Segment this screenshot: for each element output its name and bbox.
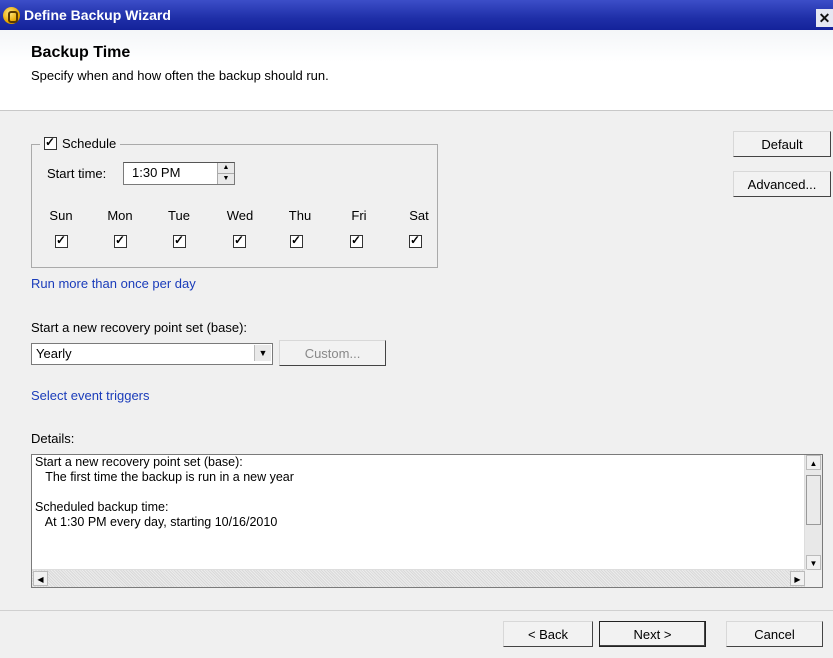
scroll-left-icon[interactable]: ◀ (33, 571, 48, 586)
close-icon[interactable]: ✕ (816, 9, 833, 27)
day-label-fri: Fri (351, 208, 367, 223)
run-more-link[interactable]: Run more than once per day (31, 276, 196, 291)
details-textbox[interactable]: Start a new recovery point set (base): T… (31, 454, 823, 588)
recovery-select[interactable]: Yearly ▼ (31, 343, 273, 365)
recovery-select-value[interactable]: Yearly (36, 346, 72, 361)
day-checkbox-thu[interactable] (290, 233, 303, 248)
day-label-tue: Tue (168, 208, 190, 223)
window-title: Define Backup Wizard (24, 7, 171, 23)
schedule-checkbox[interactable]: Schedule (40, 135, 121, 151)
day-checkbox-mon[interactable] (114, 233, 127, 248)
day-checkbox-tue[interactable] (173, 233, 186, 248)
back-button[interactable]: < Back (503, 621, 593, 647)
day-checkbox-wed[interactable] (233, 233, 246, 248)
day-label-sat: Sat (409, 208, 429, 223)
app-lock-icon (3, 7, 20, 24)
default-button[interactable]: Default (733, 131, 831, 157)
advanced-button[interactable]: Advanced... (733, 171, 831, 197)
footer-divider (0, 610, 833, 611)
day-label-mon: Mon (107, 208, 133, 223)
start-time-label: Start time: (47, 166, 107, 181)
wizard-header: Backup Time Specify when and how often t… (0, 30, 833, 111)
page-title: Backup Time (31, 44, 131, 61)
details-label: Details: (31, 431, 75, 446)
dropdown-arrow-icon[interactable]: ▼ (254, 345, 271, 361)
spinner-buttons[interactable]: ▲ ▼ (217, 163, 234, 184)
page-subtitle: Specify when and how often the backup sh… (31, 68, 329, 83)
custom-button[interactable]: Custom... (279, 340, 386, 366)
vertical-scrollbar[interactable]: ▲ ▼ (804, 455, 822, 571)
day-label-sun: Sun (49, 208, 73, 223)
details-text: Start a new recovery point set (base): T… (35, 455, 294, 529)
next-button[interactable]: Next > (599, 621, 706, 647)
spin-down-icon[interactable]: ▼ (218, 174, 234, 184)
start-time-spinner[interactable]: 1:30 PM ▲ ▼ (123, 162, 235, 185)
scroll-corner (805, 570, 822, 587)
day-label-wed: Wed (226, 208, 254, 223)
cancel-button[interactable]: Cancel (726, 621, 823, 647)
scroll-right-icon[interactable]: ▶ (790, 571, 805, 586)
event-triggers-link[interactable]: Select event triggers (31, 388, 150, 403)
schedule-check-icon[interactable] (44, 135, 57, 150)
start-time-value[interactable]: 1:30 PM (132, 165, 180, 180)
day-checkbox-sat[interactable] (409, 233, 422, 248)
horizontal-scrollbar[interactable]: ◀ ▶ (32, 569, 807, 587)
title-bar: Define Backup Wizard ✕ (0, 0, 833, 30)
vertical-scroll-thumb[interactable] (806, 475, 821, 525)
day-checkbox-sun[interactable] (55, 233, 68, 248)
spin-up-icon[interactable]: ▲ (218, 163, 234, 174)
scroll-up-icon[interactable]: ▲ (806, 455, 821, 470)
day-label-thu: Thu (288, 208, 312, 223)
scroll-down-icon[interactable]: ▼ (806, 555, 821, 570)
recovery-label: Start a new recovery point set (base): (31, 320, 248, 335)
schedule-label: Schedule (62, 136, 117, 151)
day-checkbox-fri[interactable] (350, 233, 363, 248)
